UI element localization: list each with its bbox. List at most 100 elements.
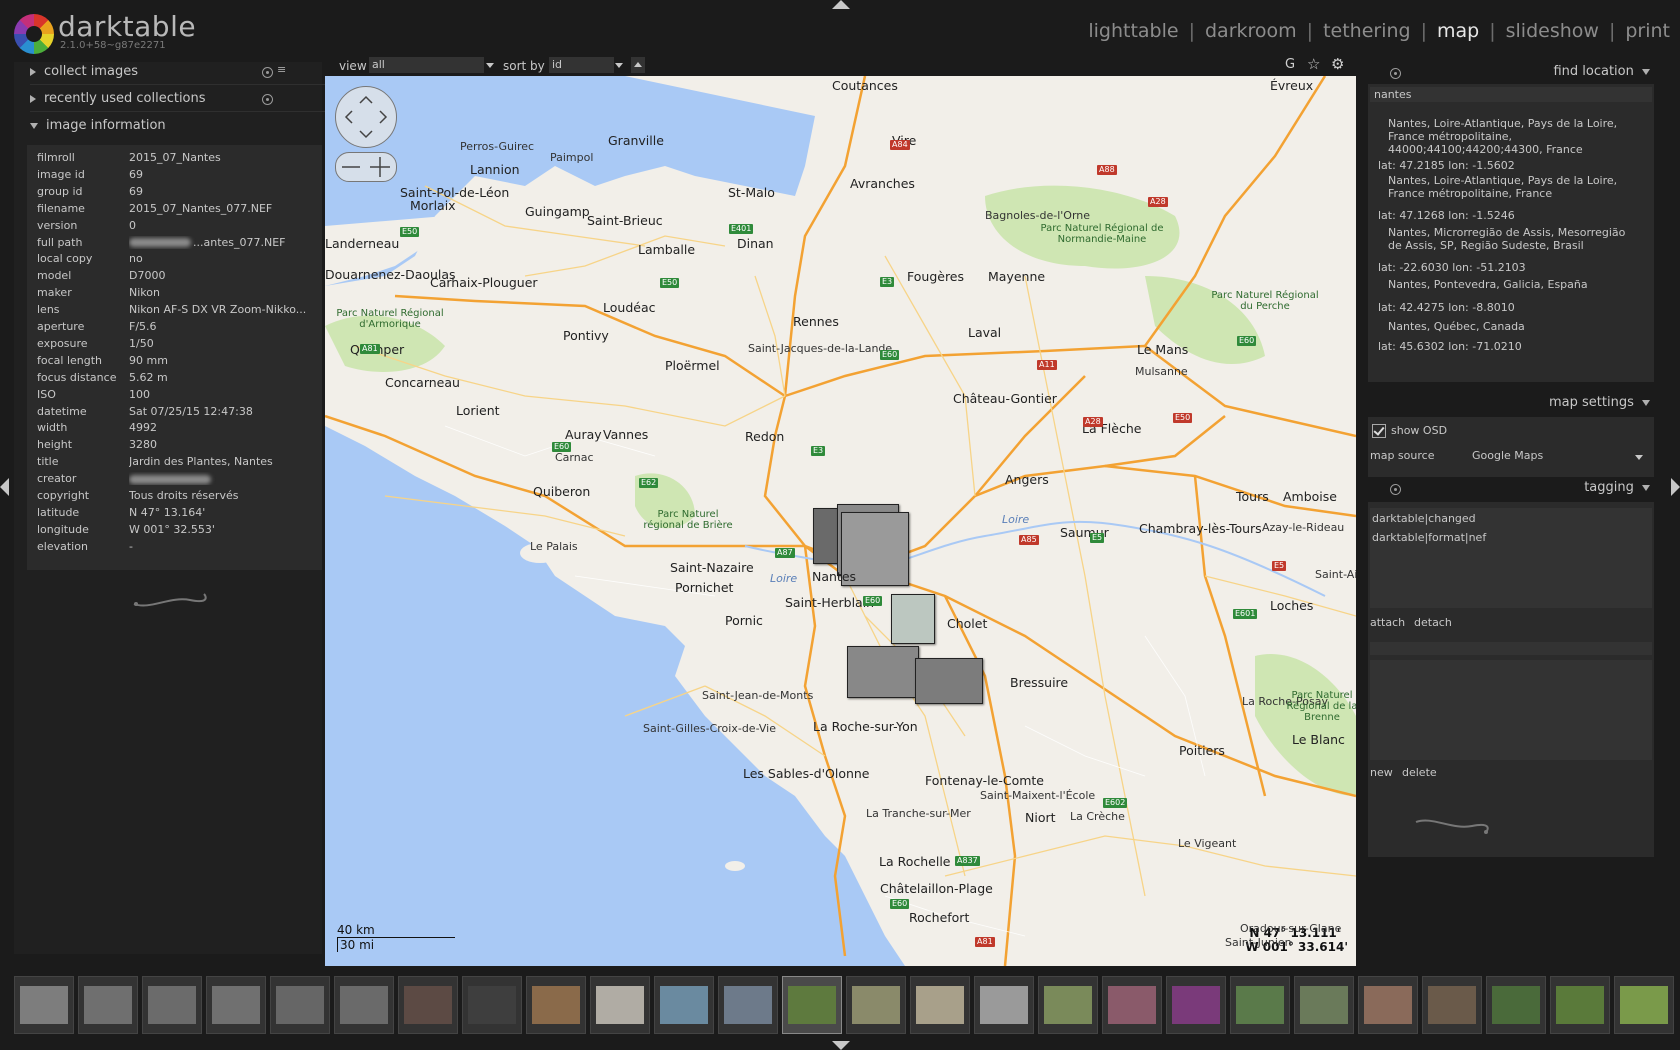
filmstrip-thumbnail[interactable]: [1486, 976, 1546, 1034]
map-source-select[interactable]: Google Maps: [1472, 449, 1543, 462]
find-location-header[interactable]: find location: [1553, 64, 1650, 79]
info-value: [129, 472, 311, 485]
view-tab-darkroom[interactable]: darkroom: [1205, 20, 1297, 42]
filmstrip-thumbnail[interactable]: [1102, 976, 1162, 1034]
info-value: Nikon: [129, 286, 160, 300]
collapse-left-arrow-icon[interactable]: [0, 478, 9, 496]
menu-icon[interactable]: ≡: [277, 63, 286, 76]
chevron-down-icon[interactable]: [615, 63, 623, 68]
map-settings-header[interactable]: map settings: [1549, 395, 1650, 410]
filmstrip-thumbnail[interactable]: [974, 976, 1034, 1034]
attach-button[interactable]: attach: [1370, 616, 1405, 629]
chevron-down-icon[interactable]: [1635, 455, 1643, 460]
osd-pan-control[interactable]: [335, 86, 397, 148]
map-road-shield: E50: [400, 227, 420, 237]
tag-item[interactable]: darktable|format|nef: [1372, 531, 1486, 544]
location-result-coords[interactable]: lat: 47.2185 lon: -1.5602: [1378, 159, 1515, 172]
detach-button[interactable]: detach: [1414, 616, 1452, 629]
app-name: darktable: [58, 10, 197, 43]
filmstrip-thumbnail[interactable]: [334, 976, 394, 1034]
view-tab-map[interactable]: map: [1437, 20, 1479, 42]
view-tab-slideshow[interactable]: slideshow: [1506, 20, 1599, 42]
map-road-shield: E60: [880, 350, 900, 360]
sort-order-button[interactable]: [631, 57, 645, 73]
collapse-right-arrow-icon[interactable]: [1671, 478, 1680, 496]
tag-search-input[interactable]: [1370, 642, 1652, 655]
thumbnail-image: [1364, 986, 1412, 1024]
info-value: Jardin des Plantes, Nantes: [129, 455, 273, 469]
presets-icon[interactable]: [262, 67, 273, 78]
collapse-bottom-arrow-icon[interactable]: [832, 1041, 850, 1050]
filmstrip-thumbnail[interactable]: [1358, 976, 1418, 1034]
location-search-input[interactable]: nantes: [1370, 87, 1652, 102]
grouping-button[interactable]: G: [1285, 57, 1295, 72]
presets-icon[interactable]: [1390, 68, 1401, 79]
map-place-label: Saint-Junien: [1225, 936, 1292, 949]
thumbnail-image: [1236, 986, 1284, 1024]
filmstrip-thumbnail[interactable]: [590, 976, 650, 1034]
map-image-thumbnail[interactable]: [847, 646, 919, 698]
recently-used-header[interactable]: recently used collections: [30, 91, 206, 106]
filmstrip-thumbnail[interactable]: [1294, 976, 1354, 1034]
filmstrip-thumbnail[interactable]: [1614, 976, 1674, 1034]
filmstrip-thumbnail[interactable]: [206, 976, 266, 1034]
filmstrip-thumbnail[interactable]: [526, 976, 586, 1034]
filmstrip-thumbnail[interactable]: [270, 976, 330, 1034]
filmstrip-thumbnail[interactable]: [1550, 976, 1610, 1034]
collapse-top-arrow-icon[interactable]: [832, 0, 850, 9]
filmstrip-thumbnail[interactable]: [782, 976, 842, 1034]
osd-zoom-control[interactable]: [335, 152, 397, 182]
location-result-coords[interactable]: lat: 47.1268 lon: -1.5246: [1378, 209, 1515, 222]
map-image-thumbnail[interactable]: [915, 658, 983, 704]
collect-images-header[interactable]: collect images: [30, 64, 138, 79]
view-tab-lighttable[interactable]: lighttable: [1088, 20, 1178, 42]
location-result-name[interactable]: Nantes, Québec, Canada: [1388, 320, 1640, 333]
map-place-label: Pontivy: [563, 328, 609, 343]
filmstrip-thumbnail[interactable]: [1230, 976, 1290, 1034]
tagging-header[interactable]: tagging: [1584, 480, 1650, 495]
location-result-name[interactable]: Nantes, Pontevedra, Galicia, España: [1388, 278, 1640, 291]
location-result-coords[interactable]: lat: -22.6030 lon: -51.2103: [1378, 261, 1526, 274]
filmstrip-thumbnail[interactable]: [142, 976, 202, 1034]
filmstrip-thumbnail[interactable]: [846, 976, 906, 1034]
delete-tag-button[interactable]: delete: [1402, 766, 1437, 779]
map-place-label: Vannes: [603, 427, 649, 442]
tag-item[interactable]: darktable|changed: [1372, 512, 1476, 525]
view-tab-print[interactable]: print: [1625, 20, 1670, 42]
gear-icon[interactable]: ⚙: [1331, 55, 1344, 73]
filmstrip-thumbnail[interactable]: [1422, 976, 1482, 1034]
location-result-name[interactable]: Nantes, Microrregião de Assis, Mesorregi…: [1388, 226, 1640, 252]
tag-dictionary-list[interactable]: [1370, 660, 1652, 760]
image-information-header[interactable]: image information: [30, 118, 166, 133]
location-result-name[interactable]: Nantes, Loire-Atlantique, Pays de la Loi…: [1388, 117, 1640, 156]
map-road-shield: E60: [1237, 336, 1257, 346]
presets-icon[interactable]: [262, 94, 273, 105]
sort-select[interactable]: id: [549, 57, 614, 73]
chevron-down-icon[interactable]: [486, 63, 494, 68]
map-image-thumbnail[interactable]: [891, 594, 935, 644]
filmstrip-thumbnail[interactable]: [1166, 976, 1226, 1034]
map-place-label: Mulsanne: [1135, 365, 1188, 378]
filmstrip-thumbnail[interactable]: [654, 976, 714, 1034]
filmstrip-thumbnail[interactable]: [910, 976, 970, 1034]
star-icon[interactable]: ☆: [1307, 55, 1320, 73]
show-osd-checkbox[interactable]: [1372, 424, 1386, 438]
info-key: latitude: [37, 505, 80, 519]
filmstrip-thumbnail[interactable]: [1038, 976, 1098, 1034]
filmstrip[interactable]: [14, 976, 1674, 1038]
filmstrip-thumbnail[interactable]: [718, 976, 778, 1034]
location-result-name[interactable]: Nantes, Loire-Atlantique, Pays de la Loi…: [1388, 174, 1640, 200]
map-view[interactable]: 40 km 30 mi N 47° 13.111' W 001° 33.614'…: [325, 76, 1356, 966]
view-tab-tethering[interactable]: tethering: [1323, 20, 1411, 42]
presets-icon[interactable]: [1390, 484, 1401, 495]
filmstrip-thumbnail[interactable]: [78, 976, 138, 1034]
filmstrip-thumbnail[interactable]: [398, 976, 458, 1034]
location-result-coords[interactable]: lat: 45.6302 lon: -71.0210: [1378, 340, 1522, 353]
location-result-coords[interactable]: lat: 42.4275 lon: -8.8010: [1378, 301, 1515, 314]
new-tag-button[interactable]: new: [1370, 766, 1393, 779]
view-select[interactable]: all: [369, 57, 484, 73]
filmstrip-thumbnail[interactable]: [462, 976, 522, 1034]
map-road-shield: E401: [729, 224, 754, 234]
map-source-label: map source: [1370, 449, 1435, 462]
filmstrip-thumbnail[interactable]: [14, 976, 74, 1034]
